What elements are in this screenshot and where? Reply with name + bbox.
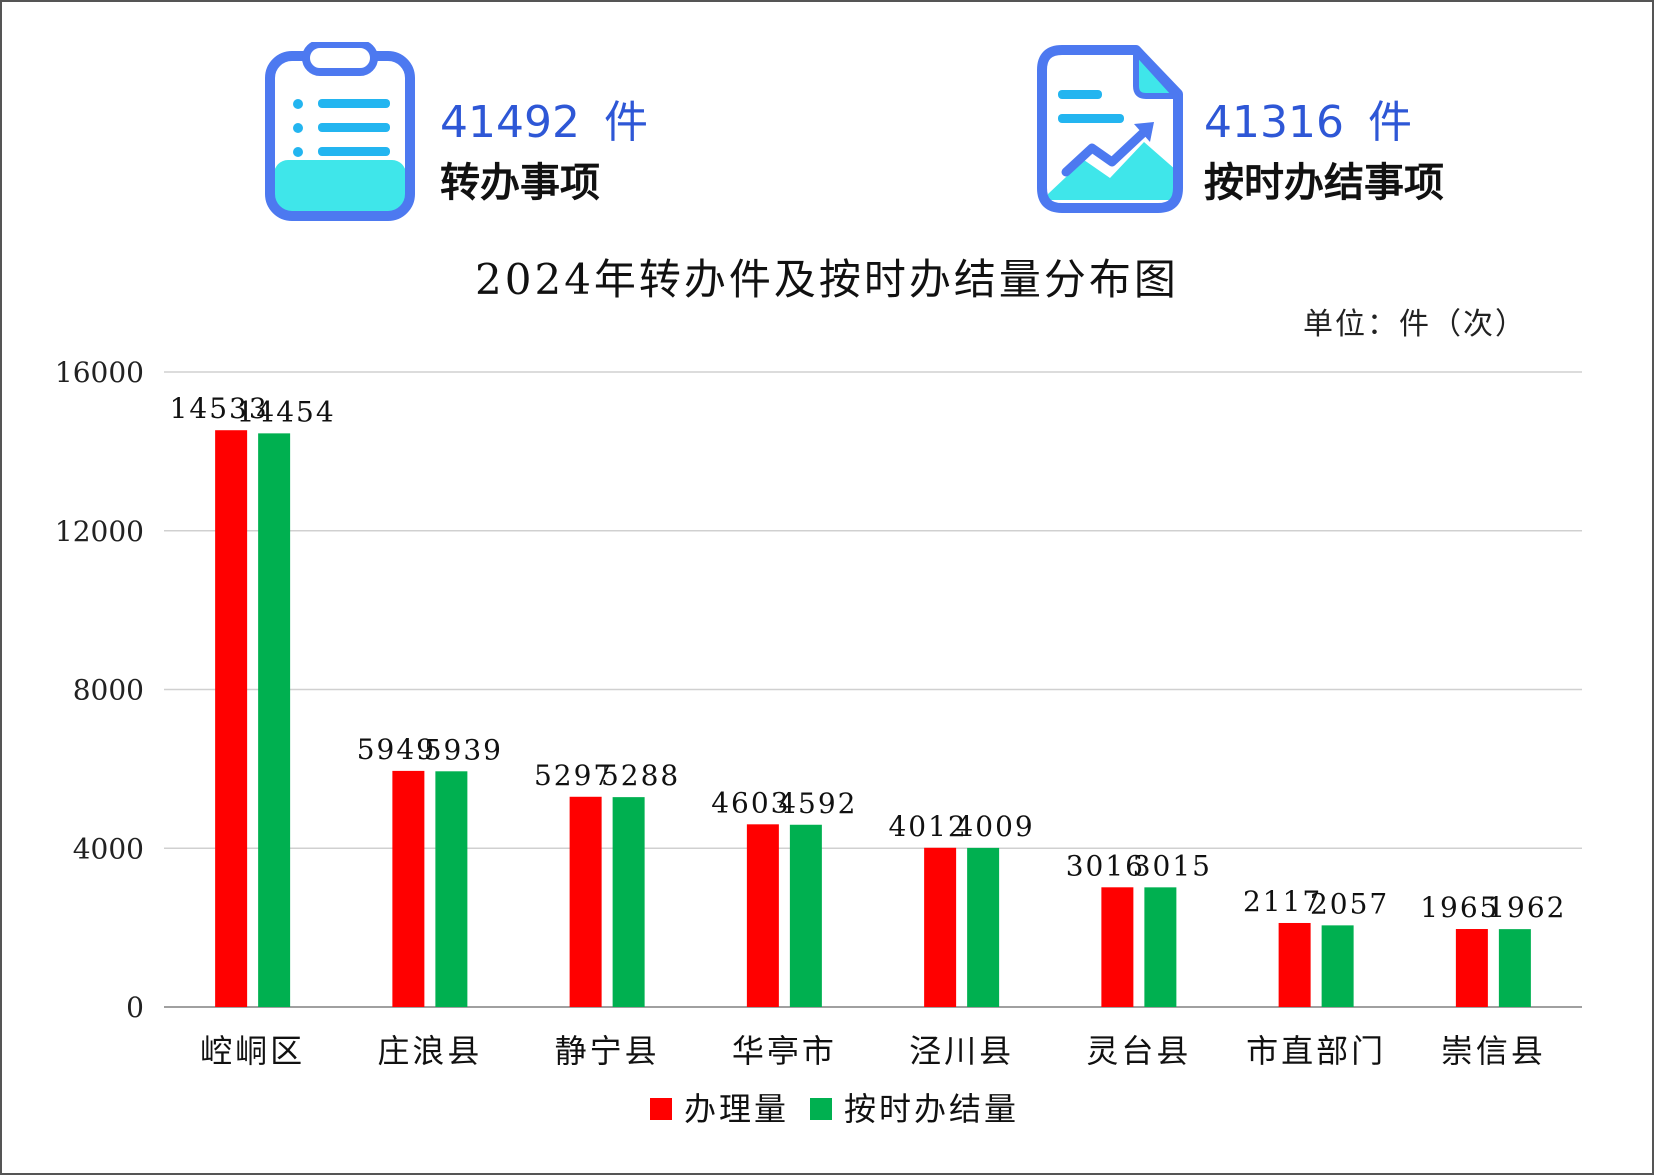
data-label: 4009 (955, 810, 1034, 843)
bar (1101, 887, 1134, 1007)
y-tick-label: 8000 (73, 674, 144, 707)
data-label: 1962 (1487, 891, 1566, 924)
x-tick-label: 崇信县 (1441, 1032, 1546, 1070)
data-label: 14454 (237, 395, 336, 428)
x-tick-label: 华亭市 (732, 1032, 837, 1070)
x-tick-label: 庄浪县 (377, 1032, 482, 1070)
x-tick-label: 静宁县 (555, 1032, 660, 1070)
bar (1321, 925, 1354, 1007)
data-label: 4592 (778, 787, 857, 820)
data-label: 3015 (1133, 849, 1212, 882)
unit-label: 单位：件（次） (1303, 307, 1527, 342)
x-tick-label: 崆峒区 (200, 1032, 305, 1070)
x-tick-label: 市直部门 (1246, 1032, 1386, 1070)
data-label: 2057 (1310, 887, 1389, 920)
bar (569, 796, 602, 1007)
y-tick-label: 16000 (55, 356, 144, 389)
bar (1144, 887, 1177, 1007)
bar (746, 824, 779, 1007)
legend-swatch (810, 1098, 832, 1120)
bar (967, 847, 1000, 1007)
y-tick-label: 0 (126, 991, 144, 1024)
chart-title: 2024年转办件及按时办结量分布图 (475, 255, 1179, 304)
y-tick-label: 4000 (73, 832, 144, 865)
bar (392, 770, 425, 1007)
bar (1278, 922, 1311, 1007)
legend-label: 办理量 (684, 1090, 789, 1128)
bar (789, 824, 822, 1007)
legend-label: 按时办结量 (844, 1090, 1019, 1128)
bar (258, 433, 291, 1007)
report-frame: 41492 件 转办事项 41316 件 按时办结事项 2024年转办件及按时办… (0, 0, 1654, 1175)
x-tick-label: 灵台县 (1086, 1032, 1191, 1070)
bar (435, 771, 468, 1007)
bar (215, 430, 248, 1007)
x-tick-label: 泾川县 (909, 1032, 1014, 1070)
bar-chart: 2024年转办件及按时办结量分布图 单位：件（次） 0 4000 8000 12000… (55, 255, 1582, 1128)
y-tick-label: 12000 (55, 515, 144, 548)
bar (1455, 929, 1488, 1007)
legend-swatch (650, 1098, 672, 1120)
bar (612, 797, 645, 1007)
data-label: 5288 (601, 759, 680, 792)
bar (1498, 929, 1531, 1007)
data-label: 5939 (424, 733, 503, 766)
bar (924, 847, 957, 1007)
